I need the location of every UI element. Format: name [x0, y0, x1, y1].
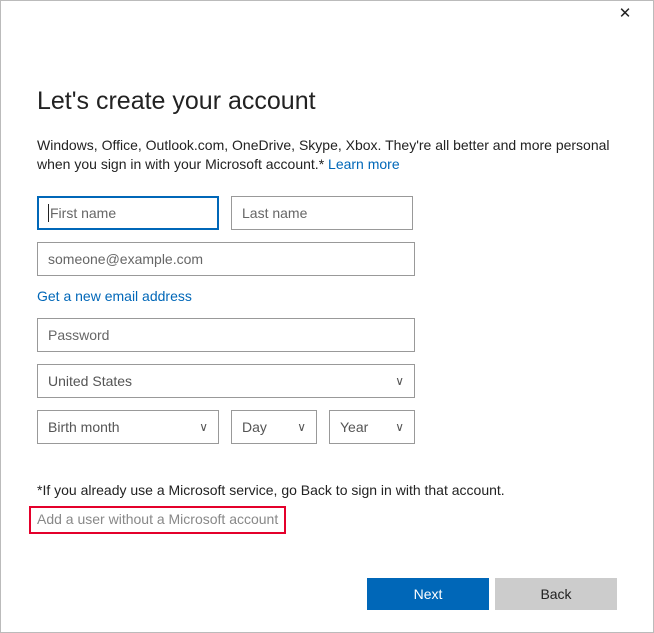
birth-year-value: Year — [340, 419, 368, 435]
footnote-text: *If you already use a Microsoft service,… — [37, 482, 617, 498]
titlebar: ✕ — [1, 1, 653, 31]
next-label: Next — [414, 586, 443, 602]
birth-month-value: Birth month — [48, 419, 120, 435]
learn-more-link[interactable]: Learn more — [328, 156, 400, 172]
last-name-placeholder: Last name — [242, 205, 307, 221]
email-placeholder: someone@example.com — [48, 251, 203, 267]
last-name-input[interactable]: Last name — [231, 196, 413, 230]
back-button[interactable]: Back — [495, 578, 617, 610]
close-icon[interactable]: ✕ — [605, 1, 645, 29]
highlight-box: Add a user without a Microsoft account — [29, 506, 286, 534]
country-select[interactable]: United States ∨ — [37, 364, 415, 398]
country-row: United States ∨ — [37, 364, 617, 398]
page-title: Let's create your account — [37, 87, 617, 116]
name-row: First name Last name — [37, 196, 617, 230]
chevron-down-icon: ∨ — [395, 420, 404, 434]
password-row: Password — [37, 318, 617, 352]
birth-year-select[interactable]: Year ∨ — [329, 410, 415, 444]
button-row: Next Back — [367, 578, 617, 610]
first-name-placeholder: First name — [50, 205, 116, 221]
email-row: someone@example.com — [37, 242, 617, 276]
text-cursor-icon — [48, 204, 49, 222]
chevron-down-icon: ∨ — [297, 420, 306, 434]
birth-day-value: Day — [242, 419, 267, 435]
country-value: United States — [48, 373, 132, 389]
birthdate-row: Birth month ∨ Day ∨ Year ∨ — [37, 410, 617, 444]
chevron-down-icon: ∨ — [199, 420, 208, 434]
description-body: Windows, Office, Outlook.com, OneDrive, … — [37, 137, 610, 172]
add-user-without-account-link[interactable]: Add a user without a Microsoft account — [37, 511, 278, 527]
get-new-email-link[interactable]: Get a new email address — [37, 288, 192, 304]
birth-day-select[interactable]: Day ∨ — [231, 410, 317, 444]
email-input[interactable]: someone@example.com — [37, 242, 415, 276]
back-label: Back — [540, 586, 571, 602]
dialog-window: ✕ Let's create your account Windows, Off… — [0, 0, 654, 633]
next-button[interactable]: Next — [367, 578, 489, 610]
first-name-input[interactable]: First name — [37, 196, 219, 230]
chevron-down-icon: ∨ — [395, 374, 404, 388]
description-text: Windows, Office, Outlook.com, OneDrive, … — [37, 136, 617, 174]
birth-month-select[interactable]: Birth month ∨ — [37, 410, 219, 444]
password-input[interactable]: Password — [37, 318, 415, 352]
password-placeholder: Password — [48, 327, 109, 343]
content-area: Let's create your account Windows, Offic… — [1, 31, 653, 548]
